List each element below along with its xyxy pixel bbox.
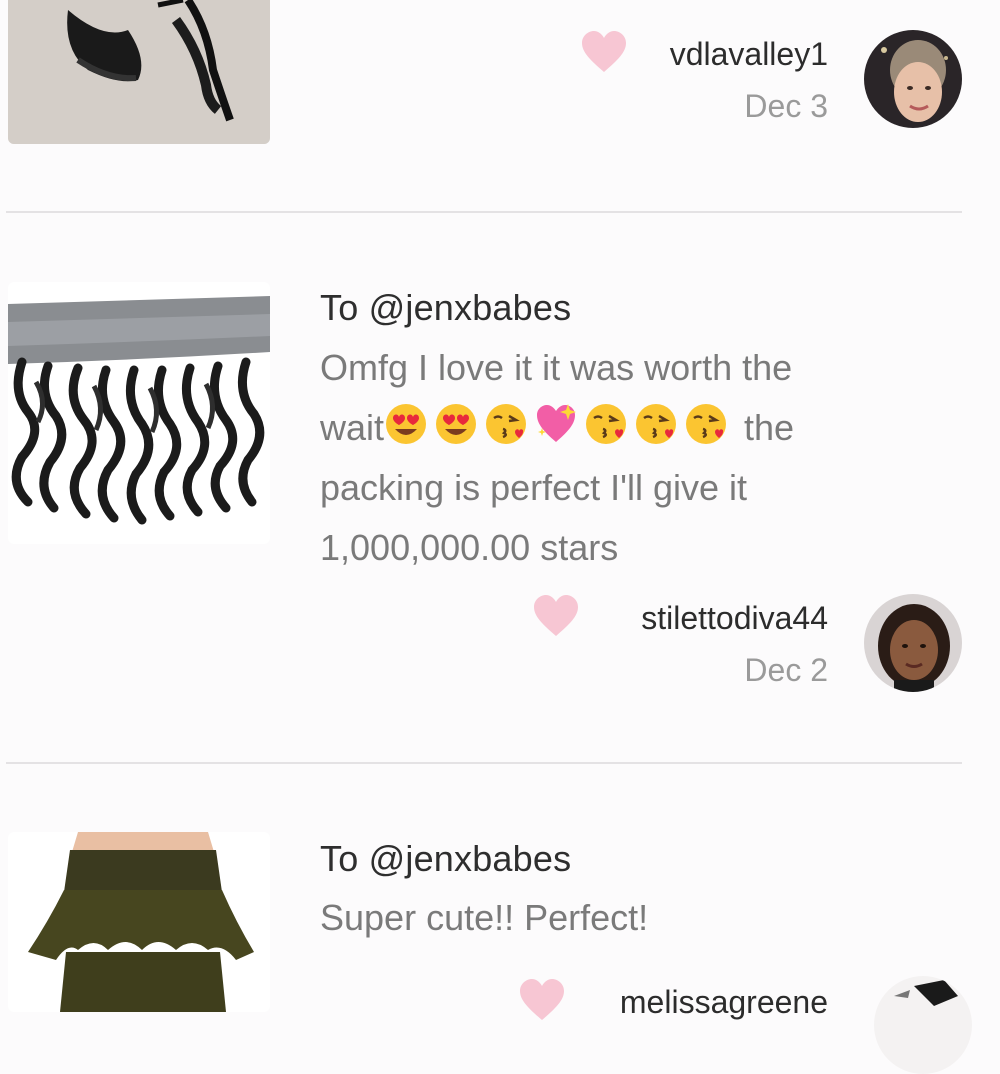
review-text-the: the (734, 407, 795, 448)
like-heart-icon[interactable] (580, 30, 628, 74)
black-heels-image (8, 0, 270, 144)
kiss-emoji-icon (584, 402, 628, 446)
heart-eyes-emoji-icon (384, 402, 428, 446)
review-recipient[interactable]: To @jenxbabes (320, 838, 571, 880)
reviewer-username[interactable]: vdlavalley1 (670, 36, 828, 73)
like-heart-icon[interactable] (518, 978, 566, 1022)
heart-eyes-emoji-icon (434, 402, 478, 446)
user-avatar-icon[interactable] (864, 30, 962, 128)
review-text-line-2: wait the (320, 398, 960, 458)
review-text-line-3: packing is perfect I'll give it (320, 467, 748, 508)
kiss-emoji-icon (684, 402, 728, 446)
reviewer-username[interactable]: melissagreene (620, 984, 828, 1021)
divider (6, 211, 962, 213)
like-heart-icon[interactable] (532, 594, 580, 638)
kiss-emoji-icon (484, 402, 528, 446)
review-text-wait: wait (320, 407, 385, 448)
review-text: Omfg I love it it was worth the wait the… (320, 338, 960, 578)
product-thumbnail-heels[interactable] (8, 0, 270, 144)
sparkling-heart-emoji-icon (534, 402, 578, 446)
review-recipient[interactable]: To @jenxbabes (320, 287, 571, 329)
user-avatar-icon[interactable] (864, 594, 962, 692)
peplum-skirt-image (8, 832, 270, 1012)
review-date: Dec 2 (744, 652, 828, 688)
product-thumbnail-skirt[interactable] (8, 832, 270, 1012)
reviewer-username[interactable]: stilettodiva44 (641, 600, 828, 637)
divider (6, 762, 962, 764)
review-text: Super cute!! Perfect! (320, 897, 649, 938)
review-date: Dec 3 (744, 88, 828, 124)
review-text-line-1: Omfg I love it it was worth the (320, 347, 793, 388)
review-text-line-4: 1,000,000.00 stars (320, 527, 619, 568)
kiss-emoji-icon (634, 402, 678, 446)
curly-hair-image (8, 282, 270, 544)
user-avatar-icon[interactable] (874, 976, 972, 1074)
product-thumbnail-hair[interactable] (8, 282, 270, 544)
